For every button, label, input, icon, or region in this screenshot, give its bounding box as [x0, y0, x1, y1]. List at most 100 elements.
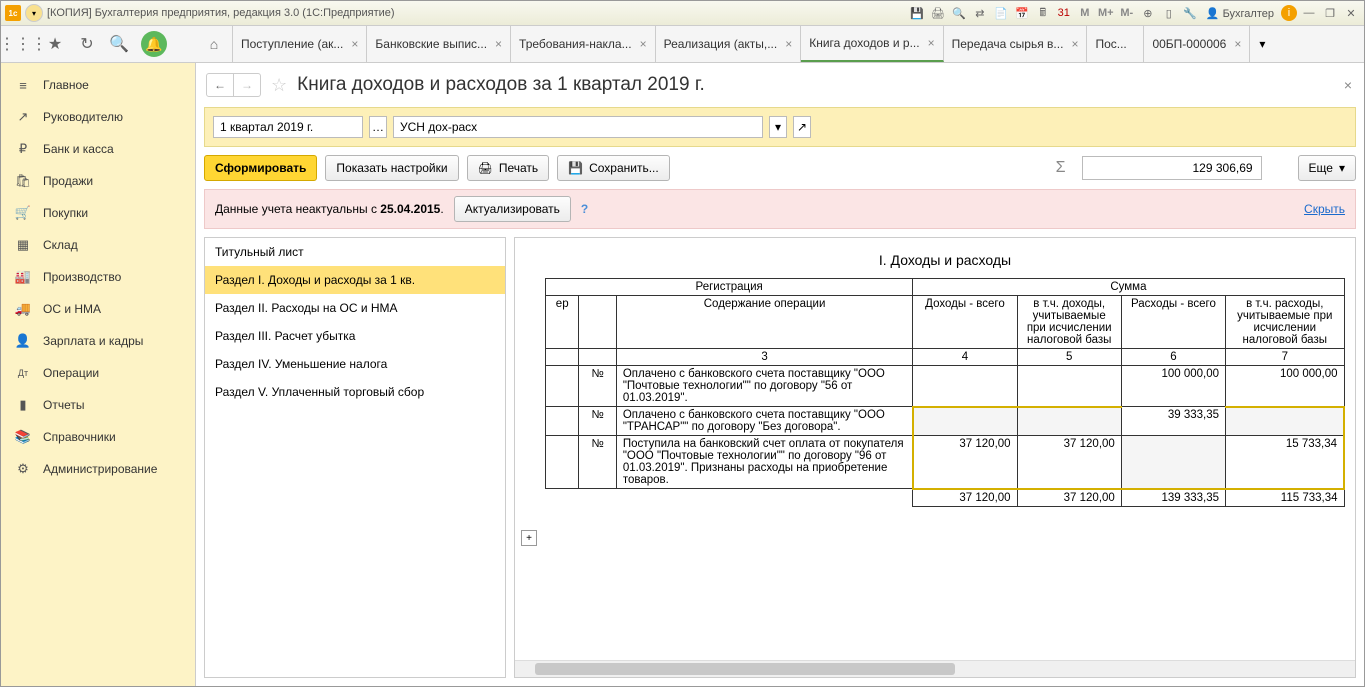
nav-operations[interactable]: ДтОперации — [1, 357, 195, 389]
tab-close-icon[interactable]: × — [1071, 37, 1078, 51]
memory-m[interactable]: M — [1076, 4, 1094, 22]
period-input[interactable]: 1 квартал 2019 г. — [213, 116, 363, 138]
compare-icon[interactable]: ⇄ — [971, 4, 989, 22]
type-dropdown[interactable]: ▾ — [769, 116, 787, 138]
date-icon[interactable]: 31 — [1055, 4, 1073, 22]
tab-3[interactable]: Реализация (акты,...× — [656, 26, 802, 62]
tab-close-icon[interactable]: × — [928, 36, 935, 50]
more-button[interactable]: Еще ▾ — [1298, 155, 1356, 181]
scrollbar-thumb[interactable] — [535, 663, 955, 675]
nav-back[interactable]: ← — [207, 74, 234, 96]
zoom-in-icon[interactable]: ⊕ — [1139, 4, 1157, 22]
tab-6[interactable]: Пос... — [1087, 26, 1144, 62]
actualize-button[interactable]: Актуализировать — [454, 196, 571, 222]
section-title-page[interactable]: Титульный лист — [205, 238, 505, 266]
header-col-er: ер — [546, 296, 579, 349]
nav-manager[interactable]: ↗Руководителю — [1, 101, 195, 133]
total-field[interactable]: 129 306,69 — [1082, 156, 1262, 180]
notifications-icon[interactable]: 🔔 — [141, 31, 167, 57]
tabs-overflow[interactable]: ▾ — [1250, 26, 1274, 62]
factory-icon: 🏭 — [15, 269, 31, 285]
report-area[interactable]: + I. Доходы и расходы Регистрация Сумма … — [514, 237, 1356, 678]
calendar-icon[interactable]: 📅 — [1013, 4, 1031, 22]
nav-admin[interactable]: ⚙Администрирование — [1, 453, 195, 485]
memory-mminus[interactable]: M- — [1118, 4, 1136, 22]
page-header: ← → ☆ Книга доходов и расходов за 1 квар… — [196, 63, 1364, 107]
page-close-icon[interactable]: × — [1344, 77, 1352, 93]
nav-assets[interactable]: 🚚ОС и НМА — [1, 293, 195, 325]
tabs-bar: ⋮⋮⋮ ★ ↻ 🔍 🔔 ⌂ Поступление (ак...× Банков… — [1, 26, 1364, 63]
help-icon[interactable]: ? — [581, 202, 588, 216]
close-icon[interactable]: ✕ — [1342, 4, 1360, 22]
show-settings-button[interactable]: Показать настройки — [325, 155, 458, 181]
nav-bank[interactable]: ₽Банк и касса — [1, 133, 195, 165]
header-sum: Сумма — [913, 279, 1344, 296]
home-tab[interactable]: ⌂ — [196, 26, 233, 62]
nav-purchases[interactable]: 🛒Покупки — [1, 197, 195, 229]
form-button[interactable]: Сформировать — [204, 155, 317, 181]
table-row[interactable]: № Оплачено с банковского счета поставщик… — [546, 366, 1345, 407]
horizontal-scrollbar[interactable] — [515, 660, 1355, 677]
favorite-toggle[interactable]: ☆ — [271, 75, 287, 96]
apps-grid-icon[interactable]: ⋮⋮⋮ — [13, 34, 33, 54]
tab-5[interactable]: Передача сырья в...× — [944, 26, 1088, 62]
tab-close-icon[interactable]: × — [351, 37, 358, 51]
app-menu-dropdown[interactable]: ▾ — [25, 4, 43, 22]
nav-forward[interactable]: → — [234, 74, 260, 96]
section-3[interactable]: Раздел III. Расчет убытка — [205, 322, 505, 350]
section-1[interactable]: Раздел I. Доходы и расходы за 1 кв. — [205, 266, 505, 294]
tab-2[interactable]: Требования-накла...× — [511, 26, 656, 62]
section-2[interactable]: Раздел II. Расходы на ОС и НМА — [205, 294, 505, 322]
ruble-icon: ₽ — [15, 141, 31, 157]
header-col-expense-tax: в т.ч. расходы, учитываемые при исчислен… — [1226, 296, 1344, 349]
copy-icon[interactable]: 📄 — [992, 4, 1010, 22]
print-icon[interactable]: 🖨 — [929, 4, 947, 22]
panels-icon[interactable]: ▯ — [1160, 4, 1178, 22]
favorite-star-icon[interactable]: ★ — [45, 34, 65, 54]
info-icon[interactable]: i — [1281, 5, 1297, 21]
tab-close-icon[interactable]: × — [785, 37, 792, 51]
nav-main[interactable]: ≡Главное — [1, 69, 195, 101]
tab-close-icon[interactable]: × — [495, 37, 502, 51]
tools-icon[interactable]: 🔧 — [1181, 4, 1199, 22]
tab-extra[interactable]: 00БП-000006× — [1144, 26, 1250, 62]
save-icon[interactable]: 💾 — [908, 4, 926, 22]
nav-salary[interactable]: 👤Зарплата и кадры — [1, 325, 195, 357]
titlebar: 1c ▾ [КОПИЯ] Бухгалтерия предприятия, ре… — [1, 1, 1364, 26]
preview-icon[interactable]: 🔍 — [950, 4, 968, 22]
tab-close-icon[interactable]: × — [1234, 37, 1241, 51]
type-input[interactable]: УСН дох-расх — [393, 116, 763, 138]
hide-link[interactable]: Скрыть — [1304, 202, 1345, 216]
calculator-icon[interactable]: 🖩 — [1034, 4, 1052, 22]
tab-0[interactable]: Поступление (ак...× — [233, 26, 367, 62]
nav-references[interactable]: 📚Справочники — [1, 421, 195, 453]
print-button[interactable]: 🖨Печать — [467, 155, 550, 181]
period-picker[interactable]: … — [369, 116, 387, 138]
tab-1[interactable]: Банковские выпис...× — [367, 26, 511, 62]
header-col-num — [579, 296, 616, 349]
section-5[interactable]: Раздел V. Уплаченный торговый сбор — [205, 378, 505, 406]
report-title: I. Доходы и расходы — [545, 248, 1345, 278]
nav-production[interactable]: 🏭Производство — [1, 261, 195, 293]
history-icon[interactable]: ↻ — [77, 34, 97, 54]
tab-4[interactable]: Книга доходов и р...× — [801, 26, 943, 62]
tab-close-icon[interactable]: × — [640, 37, 647, 51]
nav-warehouse[interactable]: ▦Склад — [1, 229, 195, 261]
print-icon: 🖨 — [478, 161, 493, 175]
section-4[interactable]: Раздел IV. Уменьшение налога — [205, 350, 505, 378]
memory-mplus[interactable]: M+ — [1097, 4, 1115, 22]
table-row[interactable]: № Поступила на банковский счет оплата от… — [546, 436, 1345, 489]
type-open[interactable]: ↗ — [793, 116, 811, 138]
header-col-content: Содержание операции — [616, 296, 913, 349]
current-user[interactable]: 👤 Бухгалтер — [1202, 7, 1278, 20]
nav-reports[interactable]: ▮Отчеты — [1, 389, 195, 421]
minimize-icon[interactable]: — — [1300, 4, 1318, 22]
save-button[interactable]: 💾Сохранить... — [557, 155, 670, 181]
maximize-icon[interactable]: ❐ — [1321, 4, 1339, 22]
sum-icon[interactable]: Σ — [1048, 159, 1074, 177]
nav-sales[interactable]: 🛍Продажи — [1, 165, 195, 197]
search-icon[interactable]: 🔍 — [109, 34, 129, 54]
toolbar: Сформировать Показать настройки 🖨Печать … — [196, 147, 1364, 189]
expand-group-button[interactable]: + — [521, 530, 537, 546]
table-row[interactable]: № Оплачено с банковского счета поставщик… — [546, 407, 1345, 436]
